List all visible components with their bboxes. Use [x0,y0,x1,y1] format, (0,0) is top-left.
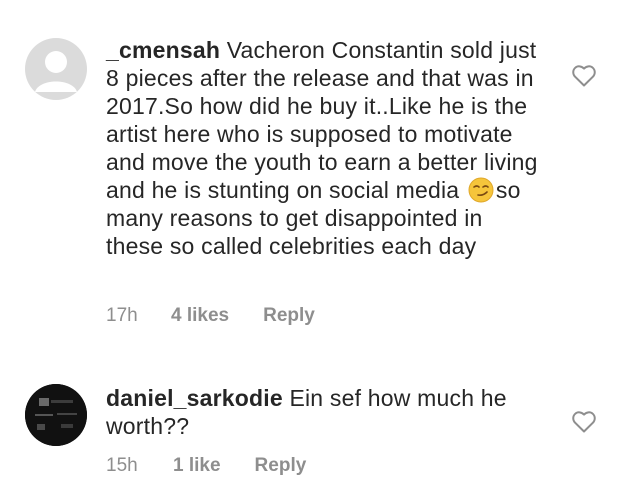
user-photo-icon [25,384,87,446]
comment-timestamp[interactable]: 15h [106,455,173,477]
comment-username[interactable]: daniel_sarkodie [106,385,283,411]
avatar[interactable] [25,384,87,446]
reply-button[interactable]: Reply [255,455,307,477]
comment-item: daniel_sarkodie Ein sef how much he wort… [0,0,640,490]
comment-meta: 15h 1 like Reply [106,455,306,477]
heart-outline-icon[interactable] [571,410,597,434]
comment-text: daniel_sarkodie Ein sef how much he wort… [106,384,546,440]
comment-likes-count[interactable]: 1 like [173,455,221,477]
